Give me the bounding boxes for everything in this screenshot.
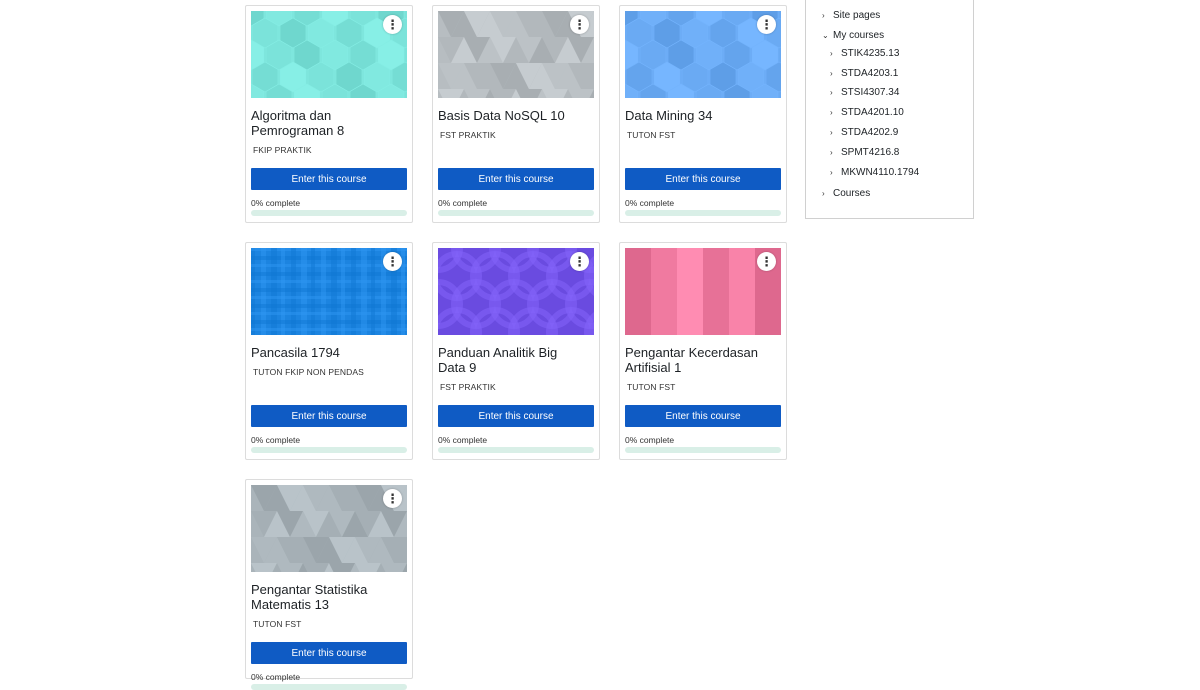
course-title[interactable]: Pancasila 1794 — [251, 345, 401, 360]
chevron-down-icon: ⌄ — [822, 31, 829, 40]
progress-label: 0% complete — [625, 435, 675, 445]
nav-my-courses[interactable]: ⌄ My courses — [822, 30, 884, 41]
course-title[interactable]: Panduan Analitik Big Data 9 — [438, 345, 588, 375]
course-title[interactable]: Pengantar Statistika Matematis 13 — [251, 582, 401, 612]
nav-label: STSI4307.34 — [841, 87, 900, 98]
nav-course-item[interactable]: › STDA4201.10 — [830, 107, 904, 118]
enter-course-button[interactable]: Enter this course — [251, 405, 407, 427]
course-title[interactable]: Pengantar Kecerdasan Artifisial 1 — [625, 345, 775, 375]
course-category: TUTON FST — [627, 130, 676, 140]
nav-label: MKWN4110.1794 — [841, 167, 920, 178]
more-vertical-icon[interactable]: ⋮ — [383, 15, 402, 34]
progress-bar — [251, 447, 407, 453]
nav-course-item[interactable]: › STDA4203.1 — [830, 68, 898, 79]
nav-course-item[interactable]: › STDA4202.9 — [830, 127, 898, 138]
nav-courses[interactable]: › Courses — [822, 188, 870, 199]
course-category: TUTON FST — [627, 382, 676, 392]
nav-course-item[interactable]: › MKWN4110.1794 — [830, 167, 919, 178]
progress-bar — [438, 210, 594, 216]
progress-label: 0% complete — [251, 672, 301, 682]
more-vertical-icon[interactable]: ⋮ — [757, 252, 776, 271]
more-vertical-icon[interactable]: ⋮ — [383, 252, 402, 271]
progress-bar — [625, 447, 781, 453]
nav-label: Courses — [833, 188, 871, 199]
course-card: ⋮ Algoritma dan Pemrograman 8 FKIP PRAKT… — [245, 5, 413, 223]
course-card: ⋮ Pancasila 1794 TUTON FKIP NON PENDAS E… — [245, 242, 413, 460]
course-title[interactable]: Basis Data NoSQL 10 — [438, 108, 588, 123]
course-category: FKIP PRAKTIK — [253, 145, 312, 155]
nav-course-item[interactable]: › STSI4307.34 — [830, 87, 899, 98]
chevron-right-icon: › — [830, 69, 833, 78]
course-category: FST PRAKTIK — [440, 130, 496, 140]
more-vertical-icon[interactable]: ⋮ — [757, 15, 776, 34]
enter-course-button[interactable]: Enter this course — [251, 642, 407, 664]
nav-label: Site pages — [833, 10, 881, 21]
progress-label: 0% complete — [625, 198, 675, 208]
more-vertical-icon[interactable]: ⋮ — [570, 252, 589, 271]
nav-label: STIK4235.13 — [841, 48, 900, 59]
progress-label: 0% complete — [438, 198, 488, 208]
chevron-right-icon: › — [822, 11, 825, 20]
nav-course-item[interactable]: › SPMT4216.8 — [830, 147, 899, 158]
chevron-right-icon: › — [830, 49, 833, 58]
enter-course-button[interactable]: Enter this course — [625, 168, 781, 190]
chevron-right-icon: › — [830, 88, 833, 97]
nav-label: STDA4201.10 — [841, 107, 904, 118]
enter-course-button[interactable]: Enter this course — [438, 405, 594, 427]
chevron-right-icon: › — [822, 189, 825, 198]
enter-course-button[interactable]: Enter this course — [438, 168, 594, 190]
course-card: ⋮ Basis Data NoSQL 10 FST PRAKTIK Enter … — [432, 5, 600, 223]
chevron-right-icon: › — [830, 148, 833, 157]
progress-label: 0% complete — [438, 435, 488, 445]
more-vertical-icon[interactable]: ⋮ — [570, 15, 589, 34]
course-title[interactable]: Data Mining 34 — [625, 108, 775, 123]
course-card: ⋮ Pengantar Kecerdasan Artifisial 1 TUTO… — [619, 242, 787, 460]
course-card: ⋮ Data Mining 34 TUTON FST Enter this co… — [619, 5, 787, 223]
nav-course-item[interactable]: › STIK4235.13 — [830, 48, 899, 59]
navigation-block: › Site pages ⌄ My courses › STIK4235.13 … — [805, 0, 974, 219]
enter-course-button[interactable]: Enter this course — [625, 405, 781, 427]
nav-label: STDA4202.9 — [841, 127, 899, 138]
progress-bar — [251, 210, 407, 216]
course-category: FST PRAKTIK — [440, 382, 496, 392]
nav-label: My courses — [833, 30, 885, 41]
course-title[interactable]: Algoritma dan Pemrograman 8 — [251, 108, 401, 138]
course-category: TUTON FKIP NON PENDAS — [253, 367, 364, 377]
chevron-right-icon: › — [830, 128, 833, 137]
progress-label: 0% complete — [251, 198, 301, 208]
course-card: ⋮ Panduan Analitik Big Data 9 FST PRAKTI… — [432, 242, 600, 460]
chevron-right-icon: › — [830, 108, 833, 117]
nav-site-pages[interactable]: › Site pages — [822, 10, 880, 21]
nav-label: SPMT4216.8 — [841, 147, 900, 158]
course-card: ⋮ Pengantar Statistika Matematis 13 TUTO… — [245, 479, 413, 690]
nav-label: STDA4203.1 — [841, 68, 899, 79]
progress-bar — [251, 684, 407, 690]
progress-bar — [625, 210, 781, 216]
chevron-right-icon: › — [830, 168, 833, 177]
progress-label: 0% complete — [251, 435, 301, 445]
progress-bar — [438, 447, 594, 453]
more-vertical-icon[interactable]: ⋮ — [383, 489, 402, 508]
enter-course-button[interactable]: Enter this course — [251, 168, 407, 190]
course-category: TUTON FST — [253, 619, 302, 629]
